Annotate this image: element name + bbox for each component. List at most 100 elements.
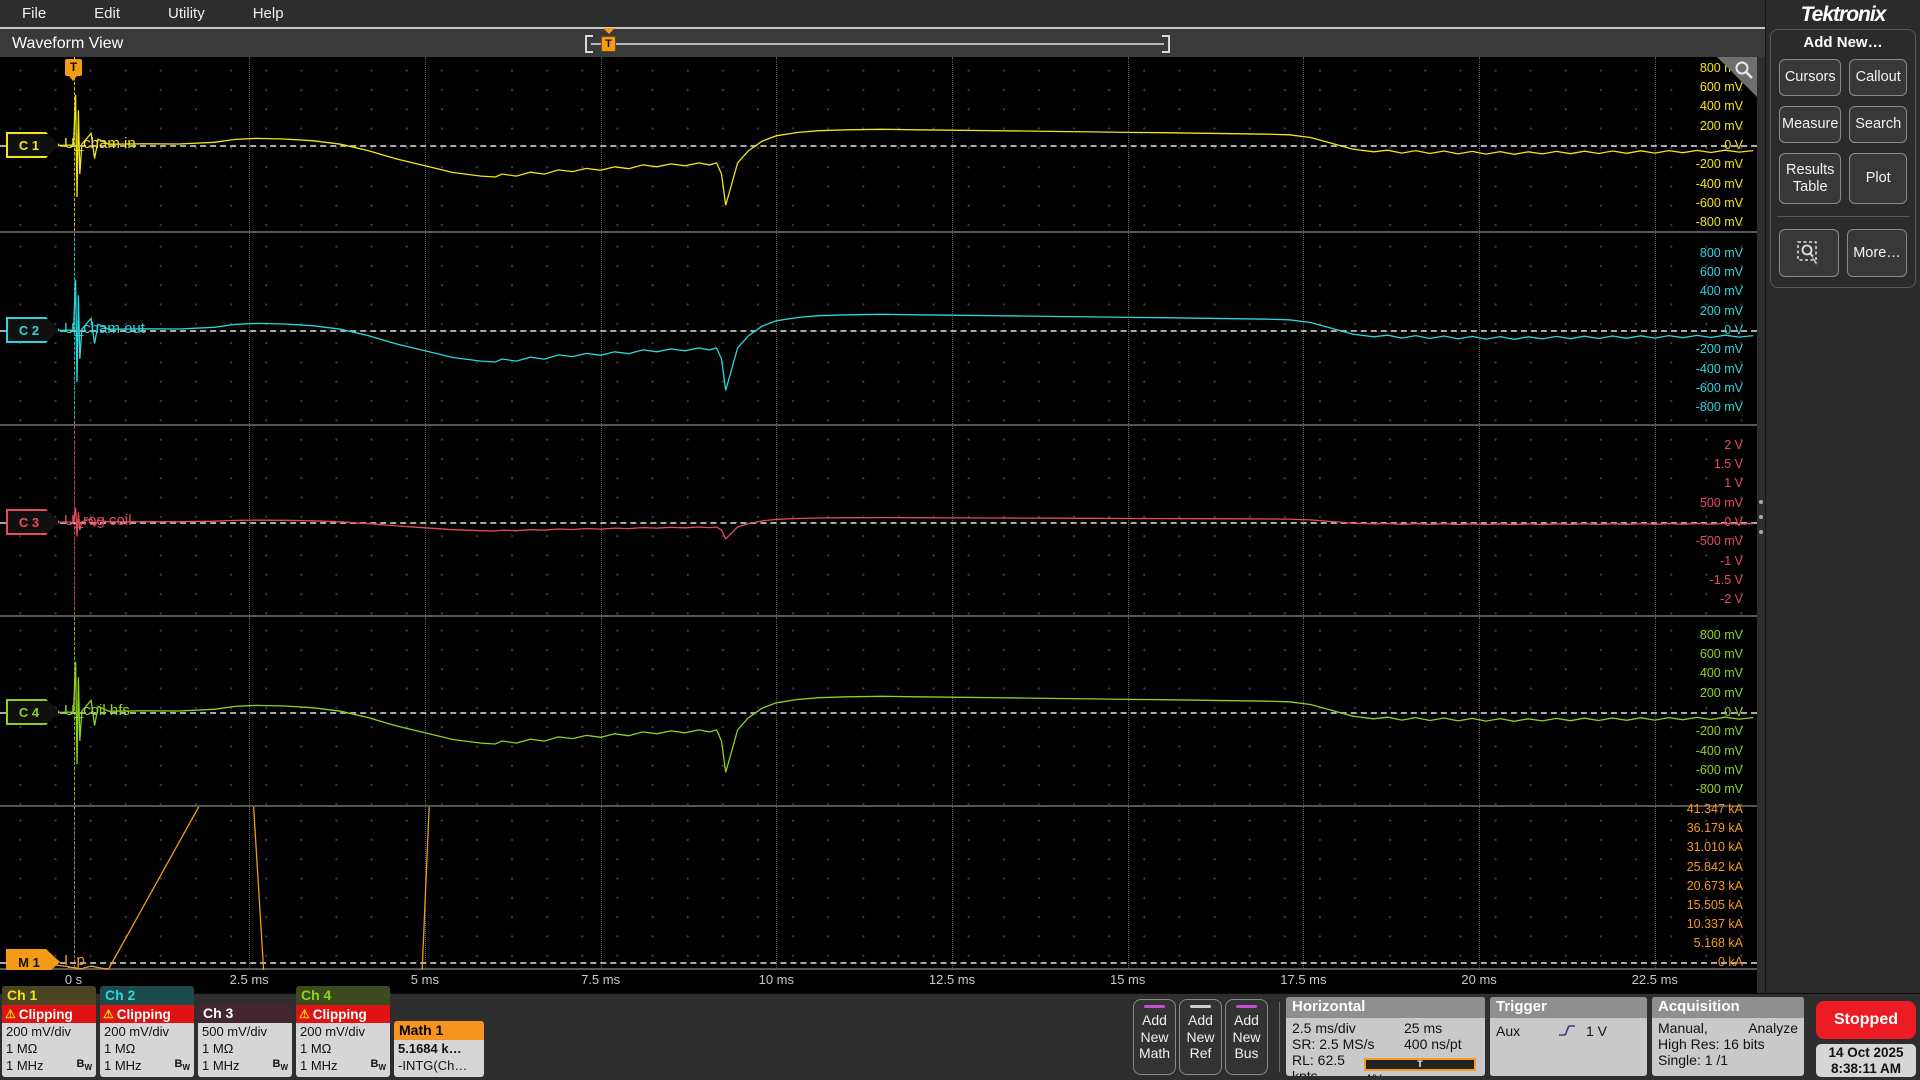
- record-length: RL: 62.5 kpts: [1292, 1052, 1345, 1076]
- trigger-panel[interactable]: Trigger Aux 1 V: [1490, 997, 1647, 1076]
- clipping-label: Clipping: [18, 1006, 73, 1022]
- channel-setting-row: 200 mV/div: [104, 1024, 170, 1040]
- y-axis-label: -200 mV: [1695, 342, 1743, 357]
- math-tile[interactable]: Math 1 5.1684 k… -INTG(Ch…: [394, 1021, 484, 1077]
- bandwidth-limit-badge: BW: [272, 1058, 288, 1073]
- channel-label-c4[interactable]: U_coil hfs: [64, 702, 130, 719]
- horizontal-window: 25 ms: [1404, 1020, 1443, 1036]
- y-axis-label: -200 mV: [1695, 724, 1743, 739]
- y-axis-label: 15.505 kA: [1686, 897, 1743, 912]
- waveform-view-title: Waveform View: [12, 35, 124, 52]
- add-button-line: New: [1186, 1028, 1215, 1045]
- math-tile-title: Math 1: [394, 1021, 484, 1041]
- y-axis-label: 36.179 kA: [1686, 821, 1743, 836]
- math-setting-row: 5.1684 k…: [398, 1041, 462, 1057]
- channel-tile-title: Ch 2: [100, 986, 194, 1006]
- waveform-slice-c1: 800 mV 600 mV 400 mV 200 mV 0 V -200 mV -400 m…: [0, 57, 1757, 233]
- y-axis-label: 400 mV: [1699, 99, 1743, 114]
- y-axis-label: -800 mV: [1695, 400, 1743, 415]
- y-axis-label: 200 mV: [1699, 118, 1743, 133]
- bandwidth-limit-badge: BW: [76, 1058, 92, 1073]
- channel-tile-ch2[interactable]: Ch 2 ⚠︎ Clipping 200 mV/div 1 MΩ 1 MHz BW: [100, 986, 194, 1077]
- datetime-display: 14 Oct 2025 8:38:11 AM: [1816, 1044, 1916, 1077]
- add-button-line: Ref: [1189, 1045, 1212, 1062]
- channel-tile-ch1[interactable]: Ch 1 ⚠︎ Clipping 200 mV/div 1 MΩ 1 MHz BW: [2, 986, 96, 1077]
- waveform-slice-m1: 41.347 kA 36.179 kA 31.010 kA 25.842 kA 20.6…: [0, 802, 1757, 988]
- add-new-math-button[interactable]: Add New Math: [1133, 999, 1176, 1075]
- add-new-ref-button[interactable]: Add New Ref: [1179, 999, 1222, 1075]
- waveform-slice-c3: 2 V 1.5 V 1 V 500 mV 0 V -500 mV -1 V -1.5 V -2 …: [0, 426, 1757, 617]
- add-button-line: Add: [1188, 1011, 1213, 1028]
- waveform-trace-c2: [10, 279, 1754, 391]
- acquisition-analyze: Analyze: [1748, 1020, 1798, 1036]
- acquisition-mode: Manual,: [1658, 1020, 1708, 1036]
- cursors-button[interactable]: Cursors: [1779, 59, 1842, 96]
- waveform-view-titlebar: Waveform View T: [0, 27, 1765, 57]
- y-axis-label: 5.168 kA: [1693, 935, 1743, 950]
- menu-help[interactable]: Help: [253, 5, 284, 22]
- acquisition-panel[interactable]: Acquisition Manual, Analyze High Res: 16…: [1652, 997, 1804, 1076]
- waveform-slice-c4: 800 mV 600 mV 400 mV 200 mV 0 V -200 mV -400 m…: [0, 617, 1757, 807]
- channel-label-c1[interactable]: U_cham in: [64, 135, 136, 152]
- waveform-trace-c1: [10, 94, 1754, 206]
- measure-button[interactable]: Measure: [1779, 106, 1842, 143]
- bandwidth-limit-badge: BW: [370, 1058, 386, 1073]
- y-axis-label: -500 mV: [1695, 534, 1743, 549]
- channel-label-c2[interactable]: U_cham out: [64, 320, 145, 337]
- sample-interval: 400 ns/pt: [1404, 1036, 1462, 1052]
- bandwidth-limit-badge: BW: [174, 1058, 190, 1073]
- box-zoom-button[interactable]: [1779, 229, 1839, 278]
- y-axis-label: 1 V: [1724, 476, 1743, 491]
- menu-edit[interactable]: Edit: [94, 5, 120, 22]
- y-axis-label: -600 mV: [1695, 195, 1743, 210]
- waveform-slice-c2: 800 mV 600 mV 400 mV 200 mV 0 V -200 mV -400 m…: [0, 233, 1757, 426]
- channel-label-m1[interactable]: I_p: [64, 952, 85, 969]
- x-axis-label: 5 ms: [410, 972, 439, 987]
- menu-utility[interactable]: Utility: [168, 5, 205, 22]
- x-axis-label: 12.5 ms: [928, 972, 976, 987]
- results-table-button[interactable]: Results Table: [1779, 153, 1842, 205]
- trigger-position-flag[interactable]: T: [65, 59, 82, 81]
- channel-label-c3[interactable]: U_rog coil: [64, 512, 132, 529]
- x-axis-label: 20 ms: [1461, 972, 1497, 987]
- trigger-source: Aux: [1496, 1023, 1521, 1039]
- callout-button[interactable]: Callout: [1849, 59, 1907, 96]
- channel-setting-row: 200 mV/div: [6, 1024, 72, 1040]
- hbar-trigger-arrow-icon: [603, 28, 615, 34]
- search-button[interactable]: Search: [1849, 106, 1907, 143]
- channel-tile-title: Ch 4: [296, 986, 390, 1006]
- channel-setting-row: 1 MΩ: [202, 1041, 234, 1057]
- plot-button[interactable]: Plot: [1849, 153, 1907, 205]
- oscilloscope-app: File Edit Utility Help Waveform View T 8…: [0, 0, 1920, 1080]
- y-axis-label: 200 mV: [1699, 303, 1743, 318]
- add-button-line: New: [1140, 1028, 1169, 1045]
- box-zoom-icon: [1797, 241, 1818, 267]
- magnifier-icon: [1735, 61, 1753, 79]
- hbar-right-bracket: [1162, 35, 1170, 53]
- more-button[interactable]: More…: [1847, 229, 1907, 278]
- add-new-bus-button[interactable]: Add New Bus: [1225, 999, 1268, 1075]
- horizontal-position-bar[interactable]: T: [585, 28, 1170, 54]
- channel-tile-settings: 200 mV/div 1 MΩ 1 MHz BW: [296, 1023, 390, 1077]
- y-axis-label: 2 V: [1724, 437, 1743, 452]
- run-stop-button[interactable]: Stopped: [1816, 1001, 1916, 1039]
- waveform-plot[interactable]: 800 mV 600 mV 400 mV 200 mV 0 V -200 mV -400 m…: [0, 57, 1757, 993]
- channel-tile-ch4[interactable]: Ch 4 ⚠︎ Clipping 200 mV/div 1 MΩ 1 MHz BW: [296, 986, 390, 1077]
- warning-icon: ⚠︎: [5, 1007, 16, 1022]
- y-axis-label: 600 mV: [1699, 80, 1743, 95]
- y-axis-label: -800 mV: [1695, 215, 1743, 230]
- menu-file[interactable]: File: [22, 5, 46, 22]
- y-axis-label: 0 V: [1724, 323, 1743, 337]
- y-axis-label: 500 mV: [1699, 495, 1743, 510]
- accent-bar: [1144, 1005, 1165, 1008]
- rising-edge-icon: [1559, 1025, 1575, 1036]
- channel-setting-row: 1 MΩ: [104, 1041, 136, 1057]
- add-button-line: Add: [1234, 1011, 1259, 1028]
- add-button-line: Math: [1138, 1045, 1171, 1062]
- horizontal-panel[interactable]: Horizontal 2.5 ms/div 25 ms SR: 2.5 MS/s 4…: [1286, 997, 1485, 1076]
- add-button-line: New: [1232, 1028, 1261, 1045]
- channel-tile-ch3[interactable]: Ch 3 500 mV/div 1 MΩ 1 MHz BW: [198, 1004, 292, 1077]
- y-axis-label: 31.010 kA: [1686, 840, 1743, 855]
- panel-splitter-grip[interactable]: [1758, 500, 1764, 534]
- hbar-trigger-marker[interactable]: T: [601, 36, 616, 52]
